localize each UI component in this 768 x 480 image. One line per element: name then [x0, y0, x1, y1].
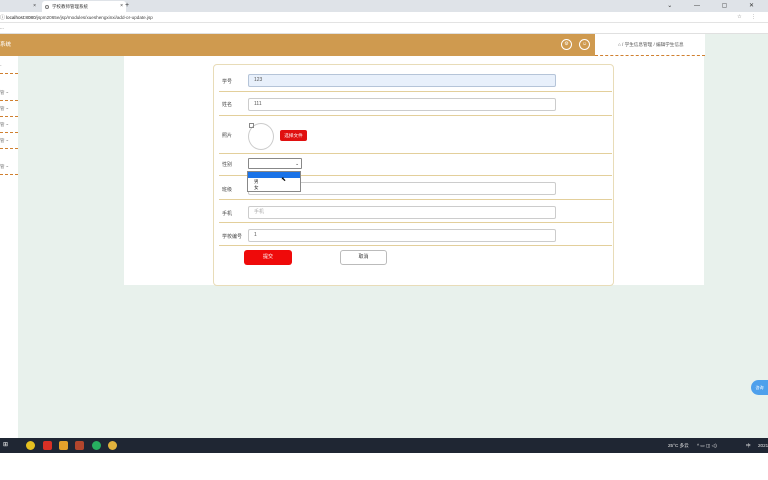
- url-host: localhost:8080: [6, 15, 36, 20]
- url-path: /jspm2065e/jsp/modules/xueshengxinxi/add…: [35, 15, 153, 20]
- class-label: 班级: [222, 187, 233, 193]
- phone-label: 手机: [222, 211, 233, 217]
- chrome-icon[interactable]: [108, 441, 117, 450]
- wechat-icon[interactable]: [92, 441, 101, 450]
- app-icon-2[interactable]: [75, 441, 84, 450]
- bottom-strip: [0, 453, 768, 480]
- app-header: 系统 ⚙ ☺: [0, 34, 595, 56]
- folder-icon[interactable]: [59, 441, 68, 450]
- form-row-phone: 手机 手机: [219, 200, 612, 223]
- breadcrumb-area: ⌂ / 学生信息管理 / 编辑学生信息: [595, 34, 705, 56]
- phone-input[interactable]: 手机: [248, 206, 556, 219]
- name-input[interactable]: 111: [248, 98, 556, 111]
- student-no-label: 学号: [222, 79, 233, 85]
- chevron-down-icon: ⌄: [295, 161, 299, 166]
- mouse-cursor-icon: ⬉: [281, 177, 287, 183]
- form-row-photo: 照片 选择文件: [219, 116, 612, 154]
- ime-indicator[interactable]: 中: [746, 438, 751, 453]
- photo-label: 照片: [222, 133, 233, 139]
- sidebar: - 管 ~ 管 ~ 管 ~ 管 ~ 管 ~: [0, 56, 18, 440]
- sidebar-item[interactable]: 管 ~: [0, 85, 18, 101]
- url-text[interactable]: localhost:8080/jspm2065e/jsp/modules/xue…: [6, 12, 153, 23]
- browser-tab-bar: × 学校教师管理系统 × + ⌄ — ▢ ✕: [0, 0, 768, 12]
- theme-icon[interactable]: ⚙: [561, 39, 572, 50]
- form-row-student-no: 学号 123: [219, 71, 612, 92]
- breadcrumb: ⌂ / 学生信息管理 / 编辑学生信息: [618, 42, 684, 47]
- bookmark-item[interactable]: ...: [0, 23, 4, 33]
- dropdown-option-empty[interactable]: [248, 172, 300, 178]
- bookmarks-bar: ...: [0, 23, 768, 34]
- student-no-input[interactable]: 123: [248, 74, 556, 87]
- gender-label: 性别: [222, 162, 233, 168]
- cancel-button[interactable]: 取消: [340, 250, 387, 265]
- browser-tab-1[interactable]: ×: [0, 1, 40, 12]
- sidebar-item[interactable]: 管 ~: [0, 133, 18, 149]
- broken-image-icon: [249, 123, 254, 128]
- submit-button[interactable]: 提交: [244, 250, 292, 265]
- school-no-label: 学校编号: [222, 234, 243, 240]
- wps-icon[interactable]: [43, 441, 52, 450]
- name-label: 姓名: [222, 102, 233, 108]
- gender-select[interactable]: ⌄: [248, 158, 302, 169]
- app-title: 系统: [0, 42, 12, 48]
- start-icon[interactable]: ⊞: [3, 441, 12, 450]
- info-icon[interactable]: ⓘ: [0, 14, 5, 21]
- sidebar-item[interactable]: 管 ~: [0, 101, 18, 117]
- new-tab-button[interactable]: +: [125, 1, 129, 11]
- address-bar[interactable]: ⓘ localhost:8080/jspm2065e/jsp/modules/x…: [0, 12, 768, 23]
- tray-icons[interactable]: ^ ▭ ◫ ◁): [697, 438, 717, 453]
- chat-widget-button[interactable]: 咨询: [751, 380, 768, 395]
- school-no-input[interactable]: 1: [248, 229, 556, 242]
- gender-dropdown-list: 男 女: [247, 171, 301, 192]
- choose-file-button[interactable]: 选择文件: [280, 130, 307, 141]
- dropdown-option-female[interactable]: 女: [248, 185, 300, 191]
- form-row-school-no: 学校编号 1: [219, 223, 612, 246]
- window-controls[interactable]: ⌄ — ▢ ✕: [667, 0, 764, 12]
- address-bar-icons[interactable]: ☆ ⋮: [737, 12, 760, 23]
- sidebar-item[interactable]: -: [0, 58, 18, 74]
- weather-text: 25°C 多云: [668, 443, 689, 448]
- globe-icon: [45, 4, 49, 9]
- os-taskbar: ⊞ 25°C 多云 ^ ▭ ◫ ◁) 中 2021: [0, 438, 768, 453]
- close-tab-icon[interactable]: ×: [33, 1, 36, 12]
- close-tab-icon[interactable]: ×: [120, 1, 123, 12]
- user-icon[interactable]: ☺: [579, 39, 590, 50]
- clock-text: 2021: [758, 443, 768, 448]
- sidebar-item[interactable]: 管 ~: [0, 159, 18, 175]
- tab-2-label: 学校教师管理系统: [52, 4, 88, 9]
- app-icon-1[interactable]: [26, 441, 35, 450]
- sidebar-item[interactable]: 管 ~: [0, 117, 18, 133]
- form-row-name: 姓名 111: [219, 92, 612, 116]
- browser-tab-2[interactable]: 学校教师管理系统 ×: [42, 1, 126, 12]
